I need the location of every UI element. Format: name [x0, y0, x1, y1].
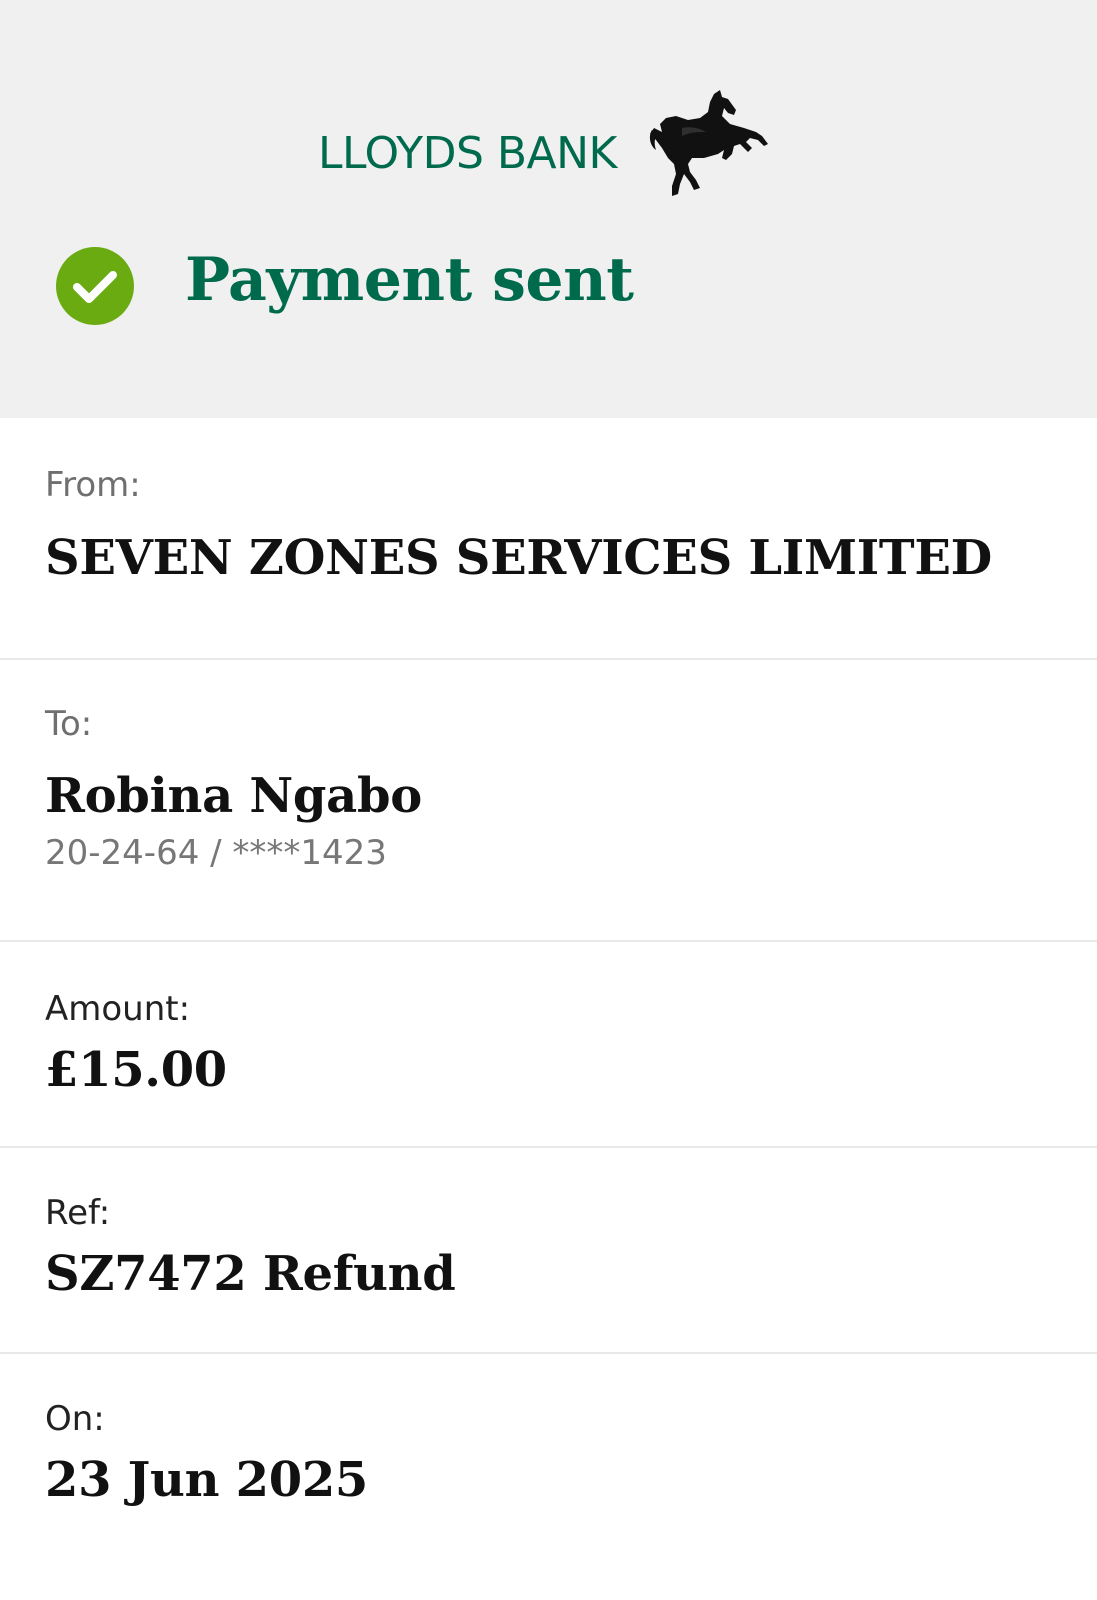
ref-row: Ref: SZ7472 Refund — [0, 1148, 1097, 1354]
page-title: Payment sent — [185, 245, 634, 315]
to-label: To: — [45, 704, 93, 744]
amount-label: Amount: — [45, 989, 191, 1029]
ref-value: SZ7472 Refund — [45, 1246, 456, 1302]
confirmation-header: LLOYDS BANK Payment sent — [0, 0, 1097, 418]
date-label: On: — [45, 1399, 105, 1439]
date-row: On: 23 Jun 2025 — [0, 1354, 1097, 1600]
black-horse-icon — [649, 90, 768, 196]
from-label: From: — [45, 465, 141, 505]
payment-confirmation-screen: LLOYDS BANK Payment sent From: SEVEN ZON… — [0, 0, 1097, 1600]
amount-row: Amount: £15.00 — [0, 942, 1097, 1148]
account-details: 20-24-64 / ****1423 — [45, 833, 387, 873]
brand-name: LLOYDS BANK — [318, 128, 617, 179]
from-value: SEVEN ZONES SERVICES LIMITED — [45, 530, 992, 586]
from-row: From: SEVEN ZONES SERVICES LIMITED — [0, 418, 1097, 660]
to-value: Robina Ngabo — [45, 768, 422, 824]
check-circle-icon — [56, 247, 134, 325]
date-value: 23 Jun 2025 — [45, 1452, 369, 1508]
amount-value: £15.00 — [45, 1042, 227, 1098]
ref-label: Ref: — [45, 1193, 111, 1233]
to-row: To: Robina Ngabo 20-24-64 / ****1423 — [0, 660, 1097, 942]
